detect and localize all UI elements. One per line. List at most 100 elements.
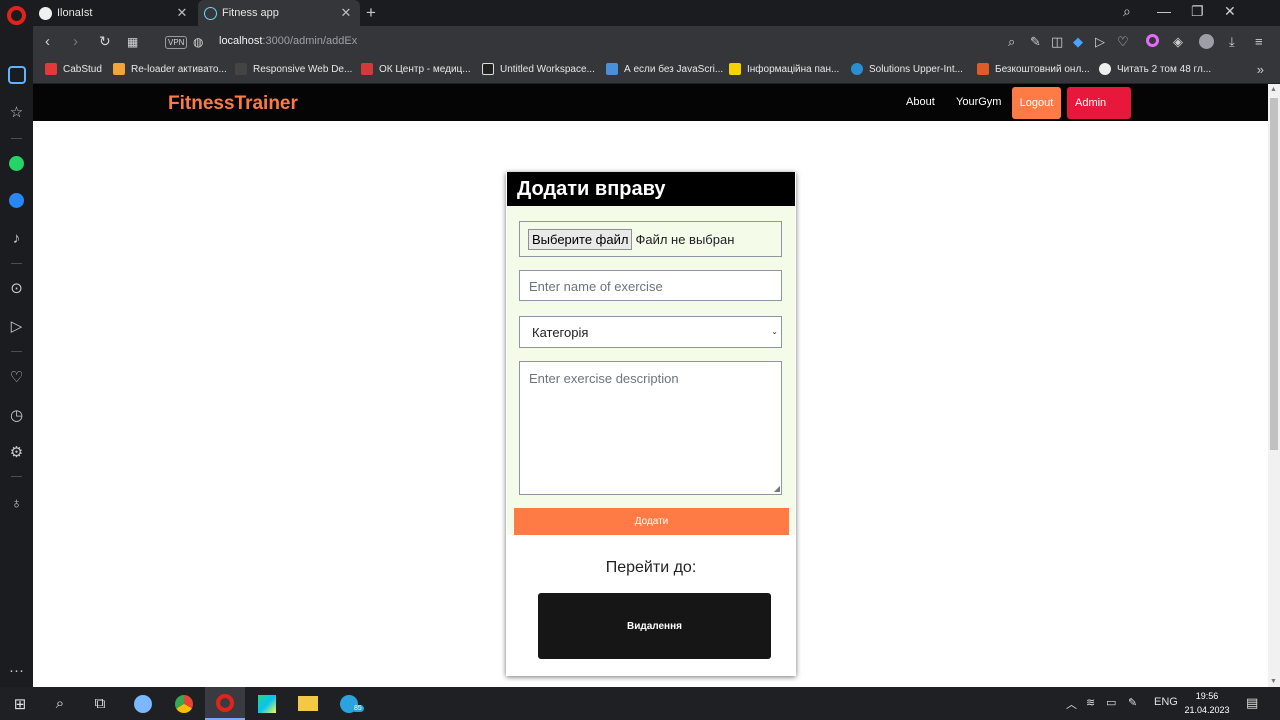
settings-icon[interactable]: ⚙ (0, 437, 33, 467)
add-exercise-card: Додати вправу Выберите файл Файл не выбр… (506, 172, 796, 676)
file-explorer-app-icon[interactable] (288, 687, 328, 720)
lightbulb-icon[interactable]: ♁ (0, 488, 33, 518)
camera-icon[interactable]: ◫ (1051, 34, 1063, 50)
battery-icon[interactable]: ▭ (1106, 696, 1116, 709)
star-icon[interactable]: ☆ (0, 97, 33, 127)
vk-icon[interactable] (0, 185, 33, 215)
bookmark-item[interactable]: Solutions Upper-Int... (851, 63, 963, 75)
submit-button[interactable]: Додати (514, 508, 789, 535)
history-icon[interactable]: ◷ (0, 400, 33, 430)
opera-logo-icon[interactable] (7, 6, 26, 25)
webstorm-app-icon[interactable] (247, 687, 287, 720)
delete-nav-button[interactable]: Видалення (538, 593, 771, 659)
whatsapp-icon[interactable] (0, 148, 33, 178)
url-path: :3000/admin/addEx (262, 35, 358, 47)
notifications-icon[interactable]: ▤ (1246, 695, 1258, 711)
admin-button[interactable]: Admin (1067, 87, 1131, 119)
telegram-app-icon[interactable]: 85 (329, 687, 369, 720)
heart-icon[interactable]: ♡ (0, 362, 33, 392)
search-icon[interactable]: ⌕ (40, 687, 80, 720)
bookmark-label: Untitled Workspace... (500, 63, 595, 75)
minimize-icon[interactable]: — (1157, 3, 1171, 19)
search-tabs-icon[interactable]: ⌕ (1123, 3, 1131, 20)
opera-app-icon[interactable] (205, 687, 245, 720)
forward-icon[interactable]: › (73, 33, 78, 50)
send-icon[interactable]: ▷ (0, 311, 33, 341)
tray-chevron-icon[interactable]: ︿ (1066, 696, 1077, 712)
home-icon[interactable] (0, 60, 33, 90)
file-input[interactable]: Выберите файл Файл не выбран (519, 221, 782, 257)
globe-icon: ◍ (193, 35, 204, 49)
bookmark-icon (1099, 63, 1111, 75)
bookmark-item[interactable]: Responsive Web De... (235, 63, 352, 75)
chrome-icon (175, 694, 193, 713)
telegram-badge: 85 (352, 705, 364, 712)
new-tab-icon[interactable]: + (366, 3, 376, 23)
maximize-icon[interactable]: ❐ (1191, 3, 1204, 20)
bookmark-item[interactable]: ОК Центр - медиц... (361, 63, 471, 75)
bookmark-item[interactable]: Інформаційна пан... (729, 63, 839, 75)
send-icon[interactable]: ▷ (1095, 34, 1105, 50)
task-view-icon[interactable]: ⧉ (80, 687, 120, 720)
bookmark-label: Re-loader активато... (131, 63, 227, 75)
bookmark-item[interactable]: Untitled Workspace... (482, 63, 595, 75)
player-icon[interactable]: ⊙ (0, 273, 33, 303)
brand-logo[interactable]: FitnessTrainer (168, 93, 298, 115)
bookmark-item[interactable]: Читать 2 том 48 гл... (1099, 63, 1211, 75)
chrome-app-icon[interactable] (164, 687, 204, 720)
bookmark-item[interactable]: Безкоштовний онл... (977, 63, 1090, 75)
easy-setup-icon[interactable]: ≡ (1255, 34, 1263, 49)
category-select[interactable]: Категорія ⌄ (519, 316, 782, 348)
description-textarea[interactable]: Enter exercise description ◢ (519, 361, 782, 495)
bookmark-icon (729, 63, 741, 75)
tab-grid-icon[interactable]: ▦ (127, 35, 138, 49)
resize-handle-icon[interactable]: ◢ (774, 484, 780, 493)
tiktok-icon[interactable]: ♪ (0, 223, 33, 253)
nav-yourgym[interactable]: YourGym (956, 96, 1001, 108)
scroll-down-icon[interactable]: ▼ (1270, 678, 1277, 685)
download-icon[interactable]: ⤓ (1229, 34, 1235, 50)
exercise-name-input[interactable]: Enter name of exercise (519, 270, 782, 301)
page-scrollbar[interactable]: ▲ ▼ (1268, 84, 1280, 687)
bookmark-label: Безкоштовний онл... (995, 63, 1090, 75)
logout-button[interactable]: Logout (1012, 87, 1061, 119)
tab-title: IlonaIst (57, 7, 93, 19)
edit-icon[interactable]: ✎ (1030, 34, 1041, 50)
windows-taskbar: ⊞ ⌕ ⧉ 85 ︿ ≋ ▭ ✎ ENG 19:56 21.04.2023 ▤ (0, 687, 1280, 720)
bookmark-item[interactable]: CabStud (45, 63, 102, 75)
scroll-thumb[interactable] (1270, 98, 1278, 450)
nav-about[interactable]: About (906, 96, 935, 108)
language-indicator[interactable]: ENG (1154, 696, 1178, 708)
more-icon[interactable]: ··· (0, 655, 33, 685)
category-selected: Категорія (532, 325, 589, 340)
close-icon[interactable]: ✕ (338, 5, 354, 21)
close-icon[interactable]: ✕ (174, 5, 190, 21)
scroll-up-icon[interactable]: ▲ (1270, 86, 1277, 93)
heart-icon[interactable]: ♡ (1117, 34, 1129, 50)
network-icon[interactable]: ≋ (1086, 696, 1095, 709)
paint-app-icon[interactable] (123, 687, 163, 720)
bookmarks-more-icon[interactable]: » (1257, 62, 1264, 77)
shield-icon[interactable]: ◆ (1073, 34, 1083, 50)
paint-icon (134, 694, 152, 713)
search-page-icon[interactable]: ⌕ (1008, 34, 1015, 50)
pen-icon[interactable]: ✎ (1128, 696, 1137, 709)
profile-icon[interactable] (1199, 34, 1214, 52)
sidebar-divider (11, 138, 22, 139)
window-close-icon[interactable]: ✕ (1224, 3, 1236, 20)
tab-fitness-app[interactable]: Fitness app ✕ (198, 0, 360, 26)
bookmark-item[interactable]: А если без JavaScri... (606, 63, 723, 75)
taskbar-clock[interactable]: 19:56 21.04.2023 (1181, 689, 1233, 717)
vpn-badge[interactable]: VPN (165, 36, 188, 49)
extensions-icon[interactable] (1146, 34, 1159, 50)
choose-file-button[interactable]: Выберите файл (528, 228, 633, 250)
page-viewport: FitnessTrainer About YourGym Logout Admi… (33, 84, 1268, 687)
windows-start-icon[interactable]: ⊞ (0, 687, 40, 720)
reload-icon[interactable]: ↻ (99, 33, 111, 50)
tab-github[interactable]: IlonaIst ✕ (33, 0, 196, 26)
back-icon[interactable]: ‹ (45, 33, 50, 50)
bookmark-item[interactable]: Re-loader активато... (113, 63, 227, 75)
cube-icon[interactable]: ◈ (1173, 34, 1183, 50)
url-field[interactable]: localhost:3000/admin/addEx (219, 35, 357, 47)
bookmark-icon (851, 63, 863, 75)
